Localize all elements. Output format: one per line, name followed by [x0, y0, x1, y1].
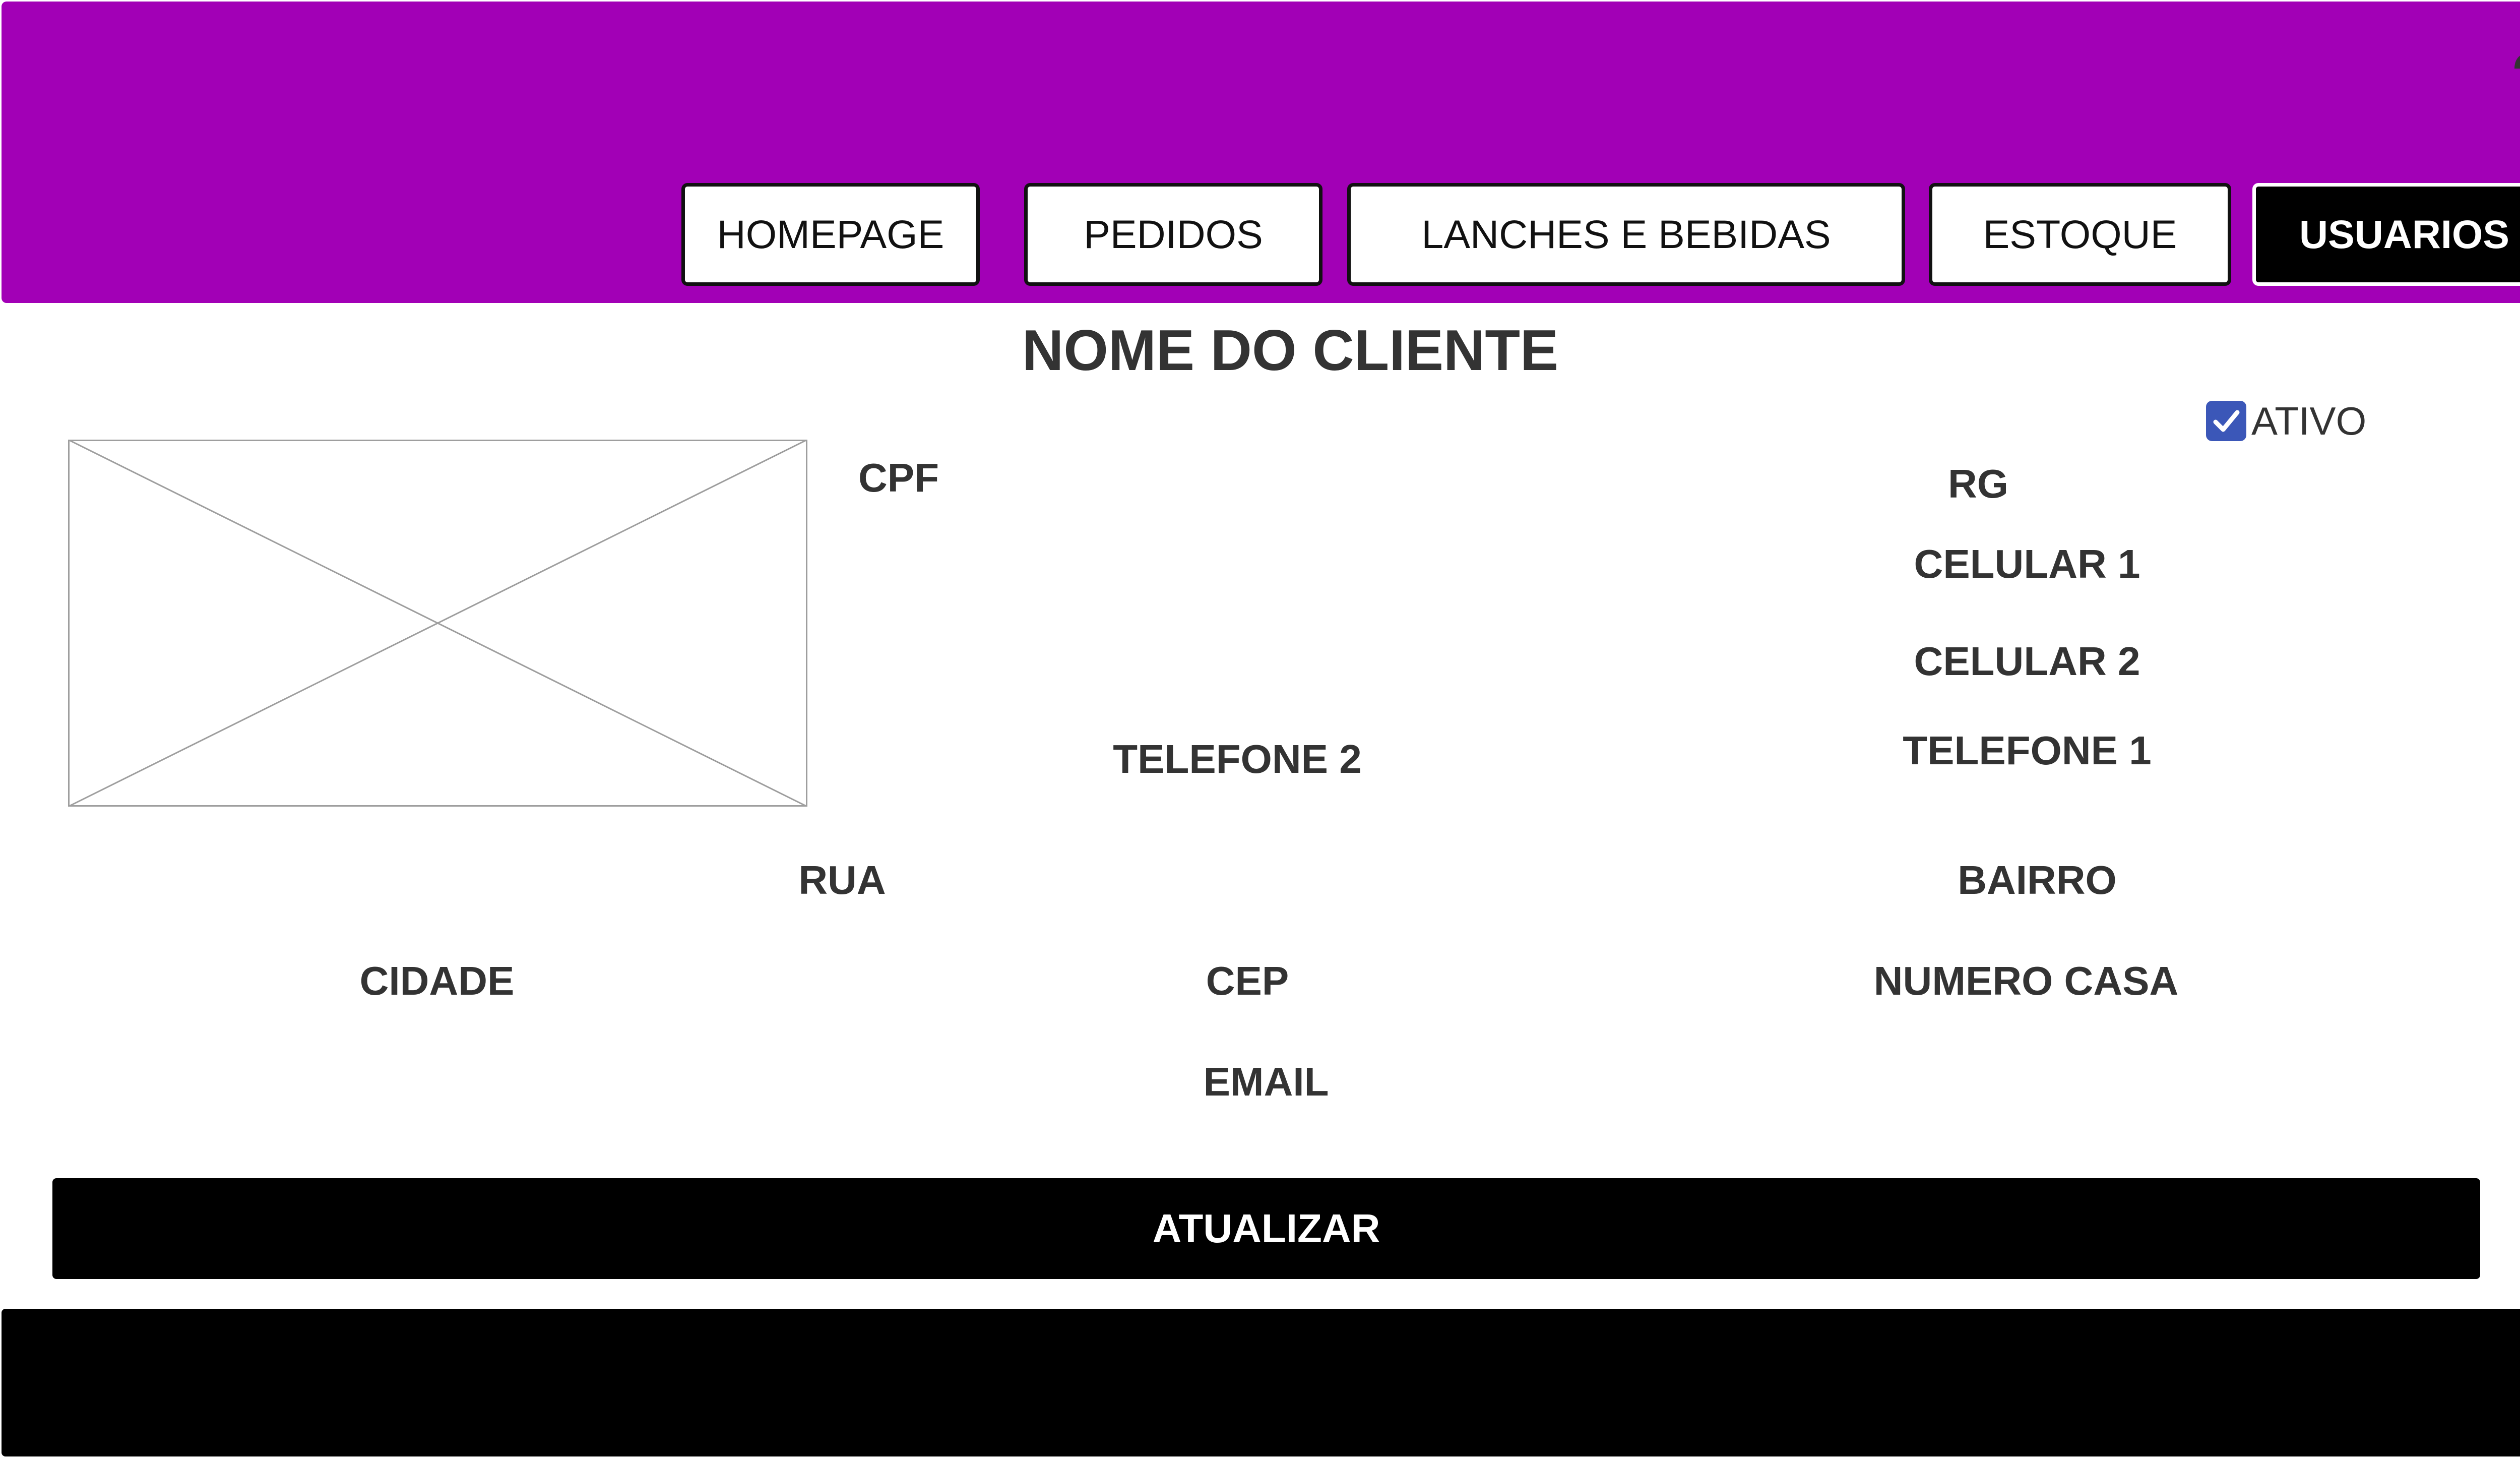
rua-label: RUA: [798, 858, 886, 902]
nav-pedidos-button[interactable]: PEDIDOS: [1024, 183, 1322, 286]
telefone2-label: TELEFONE 2: [1113, 737, 1362, 781]
active-checkbox-label: ATIVO: [2251, 398, 2367, 443]
update-button[interactable]: ATUALIZAR: [52, 1178, 2480, 1279]
rg-label: RG: [1948, 461, 2008, 506]
email-label: EMAIL: [1203, 1059, 1329, 1104]
bairro-label: BAIRRO: [1958, 858, 2117, 902]
telefone1-label: TELEFONE 1: [1903, 728, 2152, 773]
nav-lanches-e-bebidas-button[interactable]: LANCHES E BEBIDAS: [1347, 183, 1905, 286]
checkmark-icon: [2213, 410, 2240, 432]
active-checkbox[interactable]: [2206, 401, 2246, 441]
cpf-label: CPF: [858, 455, 939, 500]
user-menu-icon[interactable]: [2510, 18, 2520, 81]
nav-usuarios-button[interactable]: USUARIOS: [2252, 183, 2520, 286]
cidade-label: CIDADE: [359, 958, 515, 1003]
nav-estoque-button[interactable]: ESTOQUE: [1929, 183, 2231, 286]
image-placeholder-icon: [68, 440, 807, 807]
client-detail-page: HOMEPAGE PEDIDOS LANCHES E BEBIDAS ESTOQ…: [0, 0, 2520, 1458]
celular1-label: CELULAR 1: [1914, 541, 2140, 586]
nav-homepage-button[interactable]: HOMEPAGE: [681, 183, 980, 286]
footer-bar: [2, 1309, 2520, 1456]
celular2-label: CELULAR 2: [1914, 639, 2140, 684]
cep-label: CEP: [1206, 958, 1289, 1003]
numero-casa-label: NUMERO CASA: [1873, 958, 2179, 1003]
active-checkbox-field[interactable]: ATIVO: [2206, 398, 2366, 444]
page-title: NOME DO CLIENTE: [1022, 319, 1559, 383]
